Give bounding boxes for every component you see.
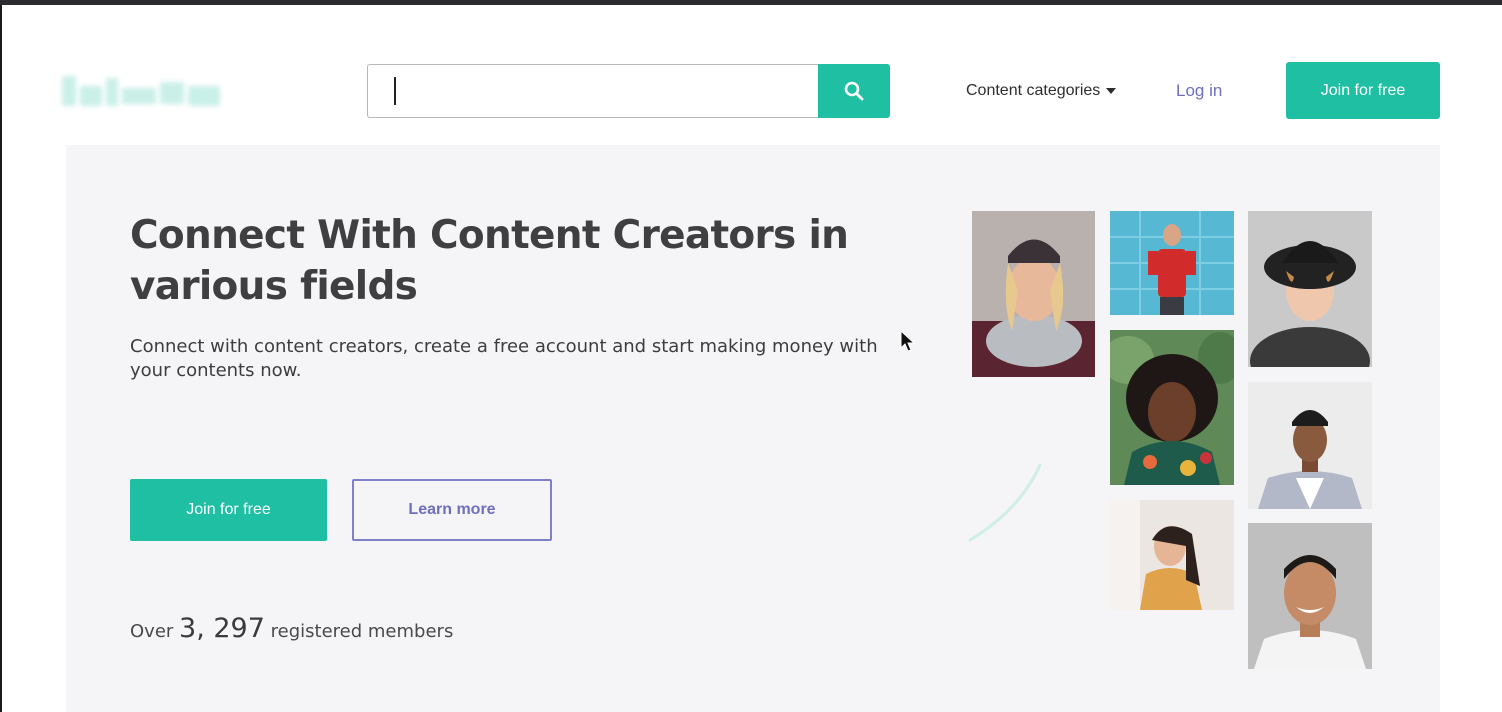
creator-photo [972,211,1095,377]
hero-subtitle: Connect with content creators, create a … [130,336,878,381]
learn-more-button[interactable]: Learn more [352,479,552,541]
window-top-border [0,0,1502,5]
creator-photo [1248,382,1372,509]
creator-photo [1248,523,1372,669]
members-prefix: Over [130,621,174,642]
creator-photo [1248,211,1372,367]
hero-title: Connect With Content Creators in various… [130,213,849,309]
search-icon [844,81,864,101]
members-count: Over 3, 297 registered members [130,613,453,644]
content-categories-dropdown[interactable]: Content categories [966,79,1117,103]
join-button-hero[interactable]: Join for free [130,479,327,541]
creator-photo [1110,330,1234,485]
creator-photo [1110,500,1234,610]
creator-photo [1110,211,1234,315]
members-number: 3, 297 [179,613,265,644]
search-bar [367,64,890,118]
caret-down-icon [1106,88,1117,94]
window-left-border [0,5,2,712]
join-button-header[interactable]: Join for free [1286,62,1440,119]
members-suffix: registered members [270,621,454,642]
login-link[interactable]: Log in [1176,81,1222,101]
decorative-arc [968,463,1042,542]
search-input[interactable] [367,64,818,118]
search-button[interactable] [818,64,890,118]
site-logo[interactable] [62,72,224,112]
content-categories-label: Content categories [966,82,1101,99]
mouse-cursor-icon [900,330,916,352]
text-caret [394,77,396,105]
